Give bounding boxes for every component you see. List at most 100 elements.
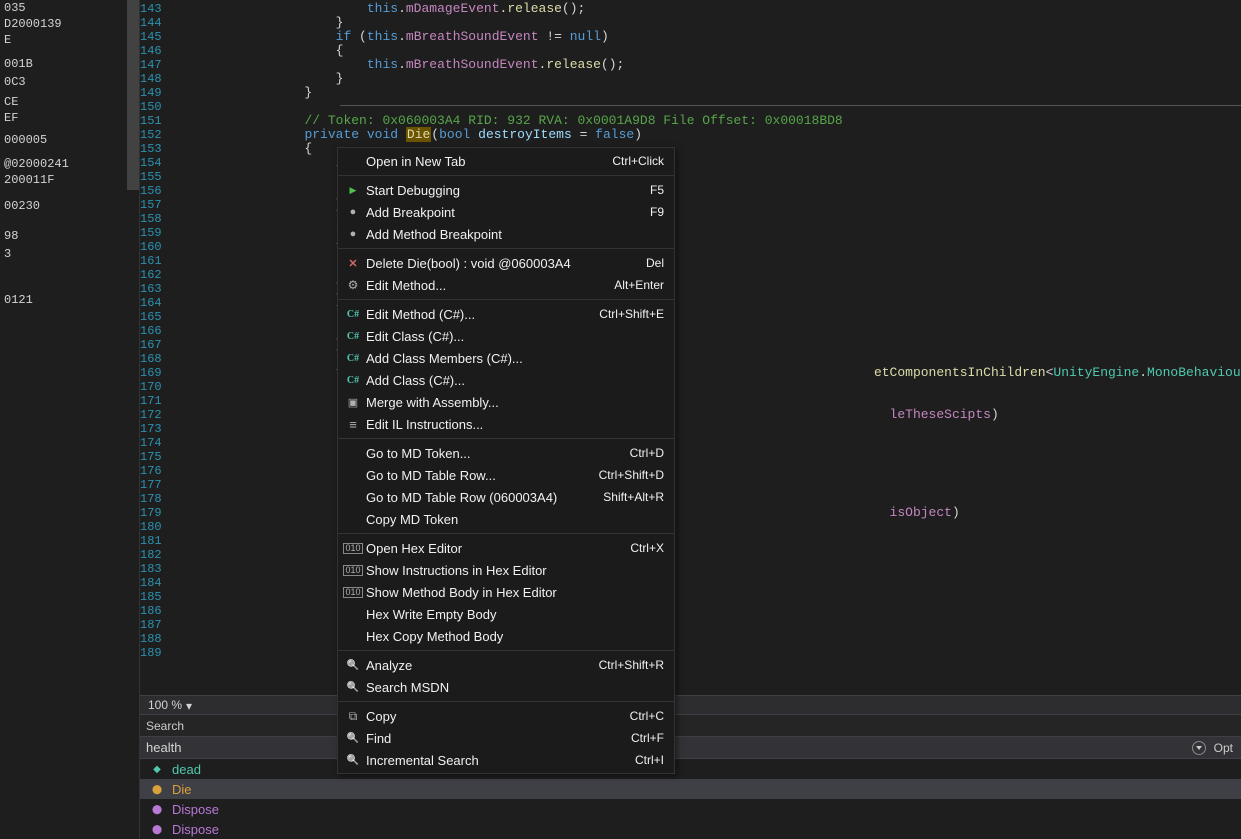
menu-item[interactable]: Search MSDN [338, 676, 674, 698]
menu-label: Incremental Search [366, 753, 623, 768]
menu-item[interactable]: AnalyzeCtrl+Shift+R [338, 654, 674, 676]
menu-item[interactable]: Go to MD Table Row...Ctrl+Shift+D [338, 464, 674, 486]
line-number: 171 [140, 394, 162, 408]
menu-item[interactable]: C#Add Class (C#)... [338, 369, 674, 391]
menu-shortcut: Alt+Enter [614, 278, 664, 292]
line-number: 149 [140, 86, 162, 100]
line-number: 165 [140, 310, 162, 324]
search-result[interactable]: Die [140, 779, 1241, 799]
zoom-dropdown-icon[interactable]: ▾ [186, 699, 198, 711]
line-number: 173 [140, 422, 162, 436]
code-line[interactable]: { [180, 44, 1241, 58]
line-number: 163 [140, 282, 162, 296]
line-number: 180 [140, 520, 162, 534]
line-number: 183 [140, 562, 162, 576]
line-number: 156 [140, 184, 162, 198]
menu-item[interactable]: CopyCtrl+C [338, 705, 674, 727]
main-area: 1431441451461471481491501511521531541551… [140, 0, 1241, 839]
menu-shortcut: Shift+Alt+R [603, 490, 664, 504]
code-line[interactable]: this.mBreathSoundEvent.release(); [180, 58, 1241, 72]
tree-item[interactable]: E [0, 32, 139, 48]
code-line[interactable] [180, 100, 1241, 114]
menu-item[interactable]: Add BreakpointF9 [338, 201, 674, 223]
menu-item[interactable]: C#Add Class Members (C#)... [338, 347, 674, 369]
line-number: 154 [140, 156, 162, 170]
code-line[interactable]: } [180, 86, 1241, 100]
play-icon [340, 185, 366, 196]
menu-item[interactable]: Open in New TabCtrl+Click [338, 150, 674, 172]
tree-item[interactable]: D2000139 [0, 16, 139, 32]
tree-item[interactable]: 00230 [0, 198, 139, 214]
context-menu[interactable]: Open in New TabCtrl+Click Start Debugging… [337, 147, 675, 774]
tree-item[interactable]: 035 [0, 0, 139, 16]
menu-item[interactable]: Delete Die(bool) : void @060003A4Del [338, 252, 674, 274]
menu-label: Edit IL Instructions... [366, 417, 652, 432]
menu-label: Edit Method (C#)... [366, 307, 587, 322]
menu-item[interactable]: Go to MD Token... Ctrl+D [338, 442, 674, 464]
menu-item[interactable]: Edit IL Instructions... [338, 413, 674, 435]
menu-item[interactable]: FindCtrl+F [338, 727, 674, 749]
csharp-icon: C# [340, 375, 366, 386]
hex-icon: 010 [340, 587, 366, 598]
menu-label: Go to MD Table Row (060003A4) [366, 490, 591, 505]
menu-item[interactable]: Edit Method...Alt+Enter [338, 274, 674, 296]
menu-item[interactable]: C#Edit Class (C#)... [338, 325, 674, 347]
code-line[interactable]: private void Die(bool destroyItems = fal… [180, 128, 1241, 142]
tree-item[interactable]: 3 [0, 246, 139, 262]
result-name: Die [172, 782, 192, 797]
menu-item[interactable]: Incremental SearchCtrl+I [338, 749, 674, 771]
options-caret-icon[interactable] [1192, 741, 1206, 755]
code-line[interactable]: if (this.mBreathSoundEvent != null) [180, 30, 1241, 44]
menu-shortcut: F5 [650, 183, 664, 197]
menu-item[interactable]: Start DebuggingF5 [338, 179, 674, 201]
tree-item[interactable]: @02000241 [0, 156, 139, 172]
tree-item[interactable]: 0C3 [0, 74, 139, 90]
menu-label: Find [366, 731, 619, 746]
method-icon [150, 802, 164, 816]
menu-item[interactable]: Go to MD Table Row (060003A4) Shift+Alt+R [338, 486, 674, 508]
menu-item[interactable]: C#Edit Method (C#)...Ctrl+Shift+E [338, 303, 674, 325]
menu-item[interactable]: Add Method Breakpoint [338, 223, 674, 245]
search-result[interactable]: Dispose [140, 819, 1241, 839]
menu-label: Hex Write Empty Body [366, 607, 652, 622]
tree-item[interactable]: 001B [0, 56, 139, 72]
menu-separator [338, 248, 674, 249]
menu-label: Add Method Breakpoint [366, 227, 652, 242]
scrollbar-thumb[interactable] [127, 0, 139, 190]
search-result[interactable]: dead [140, 759, 1241, 779]
zoom-level[interactable]: 100 % [148, 698, 182, 712]
code-line[interactable]: // Token: 0x060003A4 RID: 932 RVA: 0x000… [180, 114, 1241, 128]
menu-item[interactable]: Hex Copy Method Body [338, 625, 674, 647]
line-number: 157 [140, 198, 162, 212]
tree-item[interactable]: 98 [0, 228, 139, 244]
menu-item[interactable]: 010Open Hex EditorCtrl+X [338, 537, 674, 559]
line-number: 188 [140, 632, 162, 646]
line-number: 181 [140, 534, 162, 548]
code-editor[interactable]: 1431441451461471481491501511521531541551… [140, 0, 1241, 695]
menu-label: Add Class Members (C#)... [366, 351, 652, 366]
menu-item[interactable]: Copy MD Token [338, 508, 674, 530]
hex-icon: 010 [340, 565, 366, 576]
tree-item[interactable]: EF [0, 110, 139, 126]
tree-item[interactable]: 0121 [0, 292, 139, 308]
code-line[interactable]: } [180, 72, 1241, 86]
code-line[interactable]: this.mDamageEvent.release(); [180, 2, 1241, 16]
options-label[interactable]: Opt [1214, 741, 1233, 755]
result-name: Dispose [172, 802, 219, 817]
menu-item[interactable]: 010Show Method Body in Hex Editor [338, 581, 674, 603]
menu-item[interactable]: Hex Write Empty Body [338, 603, 674, 625]
search-result[interactable]: Dispose [140, 799, 1241, 819]
menu-shortcut: Ctrl+D [630, 446, 664, 460]
menu-item[interactable]: 010Show Instructions in Hex Editor [338, 559, 674, 581]
line-number-gutter: 1431441451461471481491501511521531541551… [140, 0, 180, 695]
assembly-tree-panel[interactable]: 035D2000139E001B0C3CEEF000005 @02000241 … [0, 0, 140, 839]
menu-shortcut: Del [646, 256, 664, 270]
menu-item[interactable]: Merge with Assembly... [338, 391, 674, 413]
menu-label: Go to MD Token... [366, 446, 618, 461]
tree-item[interactable]: 200011F [0, 172, 139, 188]
code-line[interactable]: } [180, 16, 1241, 30]
tree-item[interactable]: CE [0, 94, 139, 110]
search-icon [340, 682, 366, 693]
search-icon [340, 660, 366, 671]
tree-item[interactable]: 000005 [0, 132, 139, 148]
